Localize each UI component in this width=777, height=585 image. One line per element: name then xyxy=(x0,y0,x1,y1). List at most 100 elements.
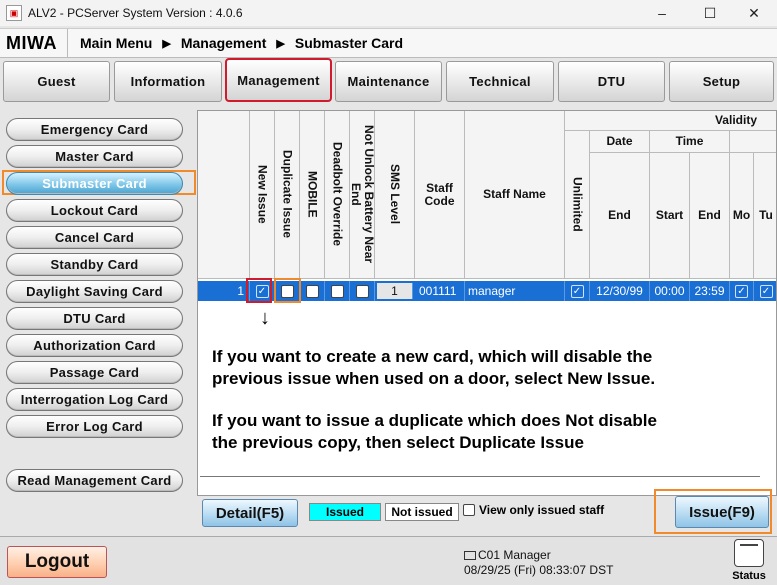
cell-staff-code: 001111 xyxy=(415,281,465,301)
header-time: Time xyxy=(650,131,730,153)
header-weekday-group xyxy=(730,131,776,153)
annotation-line-4: the previous copy, then select Duplicate… xyxy=(212,433,584,452)
header-staff-name[interactable]: Staff Name xyxy=(465,111,565,279)
current-datetime: 08/29/25 (Fri) 08:33:07 DST xyxy=(464,563,614,577)
tab-dtu[interactable]: DTU xyxy=(558,61,665,102)
status-label: Status xyxy=(732,570,766,582)
sidebar: Emergency Card Master Card Submaster Car… xyxy=(0,110,196,535)
annotation-line-3: If you want to issue a duplicate which d… xyxy=(212,411,657,430)
horizontal-scrollbar[interactable] xyxy=(200,476,760,477)
mobile-checkbox[interactable] xyxy=(305,284,319,298)
duplicate-issue-highlight xyxy=(274,278,301,303)
sidebar-item-master-card[interactable]: Master Card xyxy=(6,145,183,168)
tu-checkbox[interactable]: ✓ xyxy=(759,284,773,298)
issue-button[interactable]: Issue(F9) xyxy=(675,496,769,528)
header-time-end[interactable]: End xyxy=(690,153,730,279)
header-sms-level[interactable]: SMS Level xyxy=(375,111,415,279)
tab-guest[interactable]: Guest xyxy=(3,61,110,102)
mo-checkbox[interactable]: ✓ xyxy=(735,284,748,298)
breadcrumb-arrow-icon: ▶ xyxy=(276,37,285,50)
header-bar: MIWA Main Menu ▶ Management ▶ Submaster … xyxy=(0,28,777,58)
breadcrumb-main-menu[interactable]: Main Menu xyxy=(80,35,152,51)
tab-setup[interactable]: Setup xyxy=(669,61,774,102)
sidebar-item-cancel-card[interactable]: Cancel Card xyxy=(6,226,183,249)
cell-not-unlock-battery[interactable] xyxy=(350,281,375,301)
computer-icon xyxy=(464,551,476,561)
header-duplicate-issue[interactable]: Duplicate Issue xyxy=(275,111,300,279)
sidebar-item-submaster-card[interactable]: Submaster Card xyxy=(6,172,183,195)
breadcrumb: Main Menu ▶ Management ▶ Submaster Card xyxy=(80,35,403,51)
cell-mo[interactable]: ✓ xyxy=(730,281,754,301)
tab-management[interactable]: Management xyxy=(225,58,332,102)
sidebar-item-authorization-card[interactable]: Authorization Card xyxy=(6,334,183,357)
close-button[interactable]: ✕ xyxy=(731,0,777,26)
legend-not-issued: Not issued xyxy=(385,503,459,521)
sidebar-item-emergency-card[interactable]: Emergency Card xyxy=(6,118,183,141)
cell-mobile[interactable] xyxy=(300,281,325,301)
grid-header: New Issue Duplicate Issue MOBILE Deadbol… xyxy=(198,111,776,279)
card-encoder-icon xyxy=(734,539,764,567)
station-info: C01 Manager 08/29/25 (Fri) 08:33:07 DST xyxy=(464,548,613,578)
view-only-issued-staff[interactable]: View only issued staff xyxy=(463,503,604,517)
header-deadbolt-override[interactable]: Deadbolt Override xyxy=(325,111,350,279)
breadcrumb-arrow-icon: ▶ xyxy=(162,37,171,50)
sidebar-item-standby-card[interactable]: Standby Card xyxy=(6,253,183,276)
sidebar-item-passage-card[interactable]: Passage Card xyxy=(6,361,183,384)
view-only-checkbox[interactable] xyxy=(463,504,475,516)
sidebar-item-daylight-saving-card[interactable]: Daylight Saving Card xyxy=(6,280,183,303)
header-tu[interactable]: Tu xyxy=(754,153,776,279)
detail-button[interactable]: Detail(F5) xyxy=(202,499,298,527)
read-management-card-button[interactable]: Read Management Card xyxy=(6,469,183,492)
header-unlimited[interactable]: Unlimited xyxy=(565,131,590,279)
header-staff-code[interactable]: Staff Code xyxy=(415,111,465,279)
sms-level-field[interactable]: 1 xyxy=(377,283,413,299)
miwa-logo: MIWA xyxy=(0,29,68,57)
tab-information[interactable]: Information xyxy=(114,61,222,102)
annotation-line-1: If you want to create a new card, which … xyxy=(212,347,653,366)
window-title: ALV2 - PCServer System Version : 4.0.6 xyxy=(28,6,243,20)
cell-date-end[interactable]: 12/30/99 xyxy=(590,281,650,301)
header-date-end[interactable]: End xyxy=(590,153,650,279)
cell-time-start[interactable]: 00:00 xyxy=(650,281,690,301)
header-new-issue[interactable]: New Issue xyxy=(250,111,275,279)
header-date: Date xyxy=(590,131,650,153)
cell-tu[interactable]: ✓ xyxy=(754,281,776,301)
header-mo[interactable]: Mo xyxy=(730,153,754,279)
logout-button[interactable]: Logout xyxy=(7,546,107,578)
cell-unlimited[interactable]: ✓ xyxy=(565,281,590,301)
station-name: C01 Manager xyxy=(478,548,551,562)
tab-technical[interactable]: Technical xyxy=(446,61,554,102)
new-issue-highlight xyxy=(246,278,272,303)
view-only-label: View only issued staff xyxy=(479,503,605,517)
staff-grid: New Issue Duplicate Issue MOBILE Deadbol… xyxy=(197,110,777,496)
annotation-line-2: previous issue when used on a door, sele… xyxy=(212,369,656,388)
row-index: 1 xyxy=(198,281,250,301)
breadcrumb-submaster-card: Submaster Card xyxy=(294,35,404,51)
breadcrumb-management[interactable]: Management xyxy=(181,35,267,51)
footer: Logout C01 Manager 08/29/25 (Fri) 08:33:… xyxy=(0,536,777,585)
header-index xyxy=(198,111,250,279)
sidebar-item-error-log-card[interactable]: Error Log Card xyxy=(6,415,183,438)
cell-deadbolt-override[interactable] xyxy=(325,281,350,301)
down-arrow-icon: ↓ xyxy=(260,307,270,329)
cell-time-end[interactable]: 23:59 xyxy=(690,281,730,301)
sidebar-item-dtu-card[interactable]: DTU Card xyxy=(6,307,183,330)
sidebar-item-lockout-card[interactable]: Lockout Card xyxy=(6,199,183,222)
maximize-button[interactable]: ☐ xyxy=(687,0,733,26)
header-validity: Validity xyxy=(565,111,776,131)
header-time-start[interactable]: Start xyxy=(650,153,690,279)
legend-issued: Issued xyxy=(309,503,381,521)
not-unlock-battery-checkbox[interactable] xyxy=(355,284,369,298)
header-mobile[interactable]: MOBILE xyxy=(300,111,325,279)
title-bar: ▣ ALV2 - PCServer System Version : 4.0.6… xyxy=(0,0,777,26)
cell-staff-name: manager xyxy=(465,281,565,301)
minimize-button[interactable]: – xyxy=(639,0,685,26)
unlimited-checkbox[interactable]: ✓ xyxy=(570,284,584,298)
header-not-unlock-battery[interactable]: Not Unlock Battery Near End xyxy=(349,111,376,279)
app-icon: ▣ xyxy=(6,5,22,21)
deadbolt-override-checkbox[interactable] xyxy=(330,284,344,298)
status-button[interactable]: Status xyxy=(728,539,770,585)
tab-maintenance[interactable]: Maintenance xyxy=(335,61,442,102)
top-nav-tabs: Guest Information Management Maintenance… xyxy=(0,58,777,108)
sidebar-item-interrogation-log-card[interactable]: Interrogation Log Card xyxy=(6,388,183,411)
